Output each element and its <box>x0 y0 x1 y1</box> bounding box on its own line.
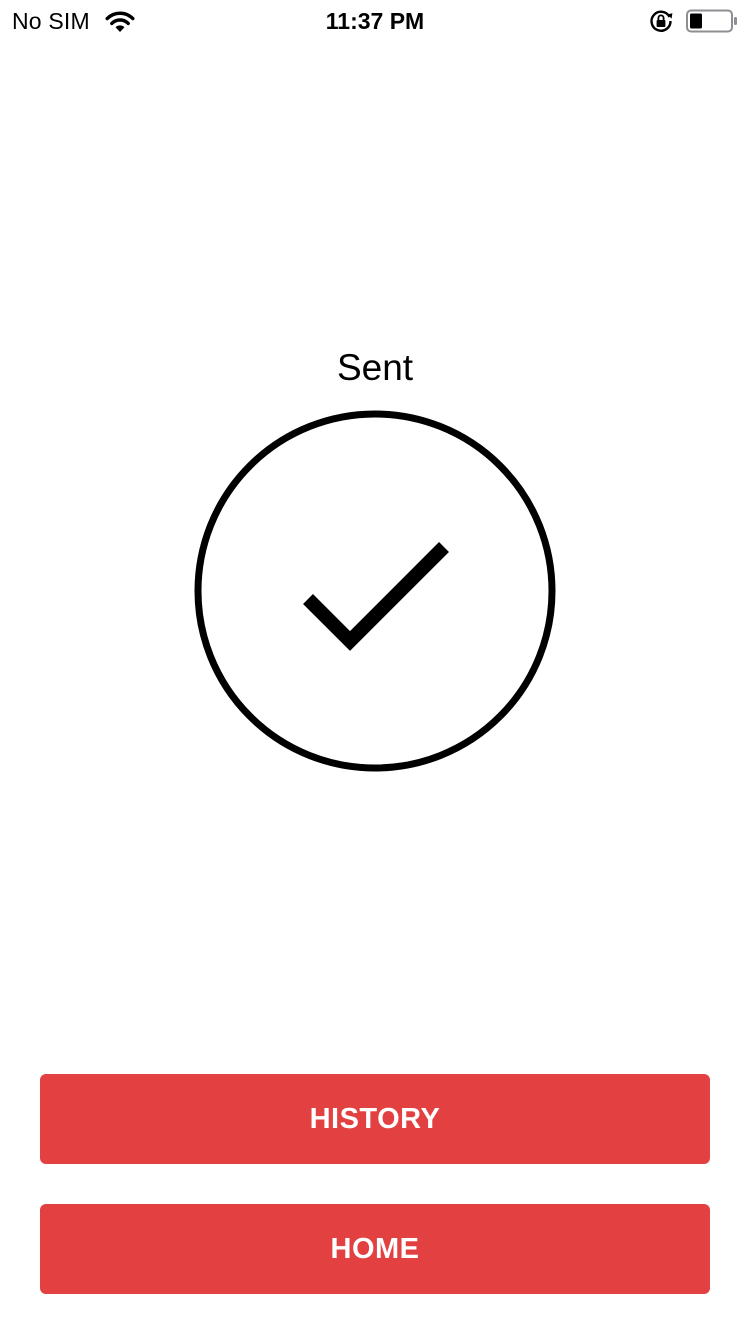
battery-icon <box>686 9 737 33</box>
orientation-lock-icon <box>650 10 673 32</box>
home-button[interactable]: HOME <box>40 1204 710 1294</box>
status-time: 11:37 PM <box>325 8 425 34</box>
status-bar: No SIM 11:37 PM <box>0 0 750 40</box>
checkmark-circle-icon <box>194 410 556 772</box>
history-button[interactable]: HISTORY <box>40 1074 710 1164</box>
sent-title: Sent <box>336 347 414 388</box>
